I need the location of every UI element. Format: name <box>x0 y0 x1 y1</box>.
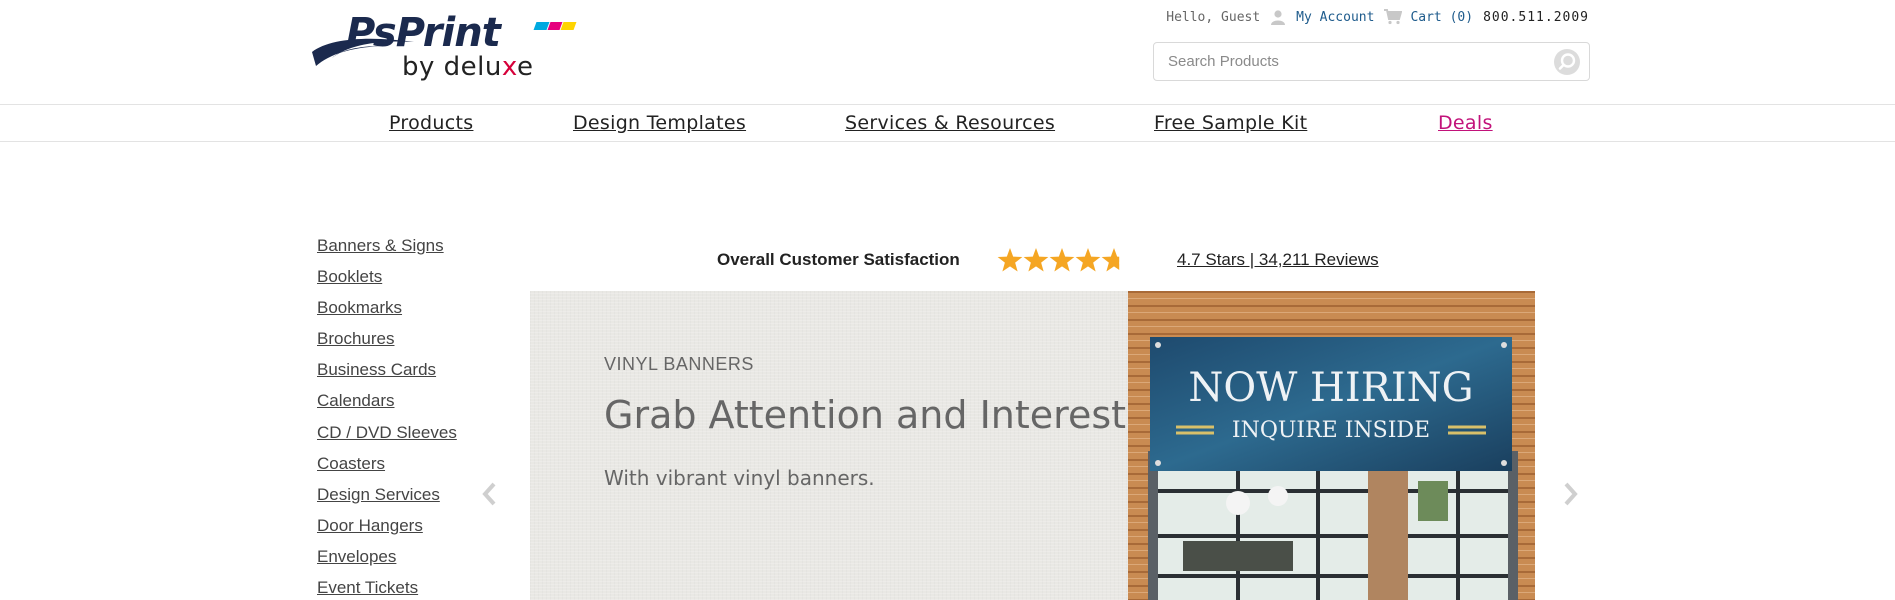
logo-cmyk-bars <box>533 22 577 30</box>
psprint-logo[interactable]: PsPrint by deluxe <box>310 10 577 85</box>
phone-number: 800.511.2009 <box>1483 9 1589 25</box>
logo-tagline-x: x <box>501 52 517 82</box>
search-input[interactable] <box>1154 43 1544 80</box>
cart-icon <box>1384 9 1403 25</box>
sidebar-item-calendars[interactable]: Calendars <box>317 390 497 421</box>
rating-summary-link[interactable]: 4.7 Stars | 34,211 Reviews <box>1177 250 1379 270</box>
utility-bar: Hello, Guest My Account Cart (0) 800.511… <box>1166 8 1589 26</box>
search-box <box>1153 42 1590 81</box>
logo-wordmark: PsPrint <box>346 10 501 56</box>
hero-carousel[interactable]: VINYL BANNERS Grab Attention and Interes… <box>530 291 1535 600</box>
customer-rating: Overall Customer Satisfaction 4.7 Stars … <box>717 246 1417 276</box>
star-2 <box>1023 248 1049 272</box>
sidebar-item-door-hangers[interactable]: Door Hangers <box>317 515 497 546</box>
nav-design-templates[interactable]: Design Templates <box>573 105 746 141</box>
sidebar-item-coasters[interactable]: Coasters <box>317 453 497 484</box>
chevron-left-icon <box>482 482 496 506</box>
sidebar-item-envelopes[interactable]: Envelopes <box>317 546 497 577</box>
carousel-prev-button[interactable] <box>478 478 500 510</box>
hero-text-panel: VINYL BANNERS Grab Attention and Interes… <box>530 291 1128 600</box>
banner-headline: NOW HIRING <box>1188 365 1473 411</box>
user-icon <box>1270 9 1286 25</box>
category-sidebar: Banners & Signs Booklets Bookmarks Broch… <box>317 235 497 600</box>
star-4 <box>1075 248 1101 272</box>
search-icon <box>1558 53 1576 70</box>
nav-deals[interactable]: Deals <box>1438 105 1493 141</box>
sidebar-item-booklets[interactable]: Booklets <box>317 266 497 297</box>
my-account-link[interactable]: My Account <box>1296 10 1374 25</box>
star-5 <box>1101 248 1120 272</box>
hero-headline: Grab Attention and Interest <box>604 393 1127 437</box>
star-1 <box>997 248 1023 272</box>
rating-label: Overall Customer Satisfaction <box>717 250 960 269</box>
sidebar-item-business-cards[interactable]: Business Cards <box>317 359 497 390</box>
nav-products[interactable]: Products <box>389 105 473 141</box>
star-rating-icon <box>997 248 1120 272</box>
sidebar-item-event-tickets[interactable]: Event Tickets <box>317 577 497 600</box>
carousel-next-button[interactable] <box>1560 478 1582 510</box>
chevron-right-icon <box>1564 482 1578 506</box>
search-button[interactable] <box>1554 49 1580 75</box>
sidebar-item-banners-signs[interactable]: Banners & Signs <box>317 235 497 266</box>
star-3 <box>1049 248 1075 272</box>
nav-services-resources[interactable]: Services & Resources <box>845 105 1055 141</box>
sidebar-item-bookmarks[interactable]: Bookmarks <box>317 297 497 328</box>
logo-tagline-text: by delu <box>402 52 502 82</box>
sidebar-item-cd-dvd-sleeves[interactable]: CD / DVD Sleeves <box>317 422 497 453</box>
hero-subline: With vibrant vinyl banners. <box>604 466 875 490</box>
sidebar-item-brochures[interactable]: Brochures <box>317 328 497 359</box>
logo-tagline-e: e <box>516 52 534 82</box>
site-header: PsPrint by deluxe Hello, Guest My Accoun… <box>0 0 1895 104</box>
hero-banner-photo: NOW HIRING INQUIRE INSIDE <box>1128 291 1535 600</box>
banner-subheadline: INQUIRE INSIDE <box>1232 418 1430 443</box>
greeting-text: Hello, Guest <box>1166 9 1261 25</box>
cart-link[interactable]: Cart (0) <box>1410 10 1473 25</box>
hero-eyebrow: VINYL BANNERS <box>604 354 754 374</box>
storefront-illustration: NOW HIRING INQUIRE INSIDE <box>1128 291 1535 600</box>
sidebar-item-design-services[interactable]: Design Services <box>317 484 497 515</box>
logo-tagline: by deluxe <box>402 52 533 82</box>
main-nav: Products Design Templates Services & Res… <box>0 104 1895 142</box>
nav-free-sample-kit[interactable]: Free Sample Kit <box>1154 105 1307 141</box>
